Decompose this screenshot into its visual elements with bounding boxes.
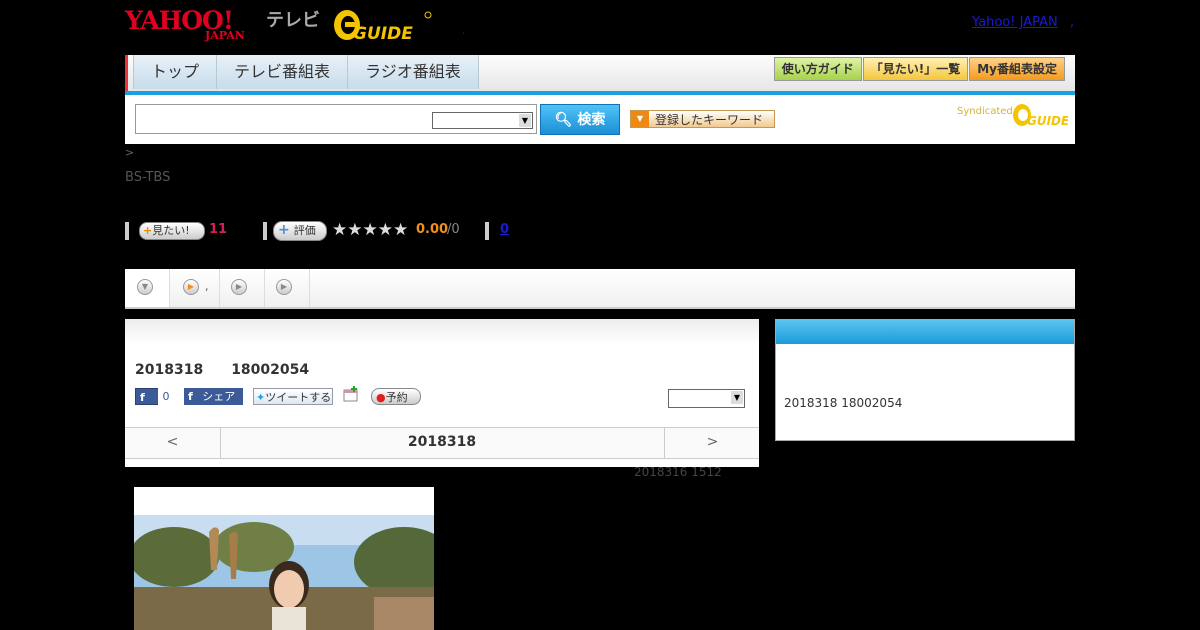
channel-name: BS-TBS <box>125 170 171 185</box>
twitter-bird-icon: ✦ <box>256 391 266 404</box>
facebook-share-button[interactable]: f シェア <box>184 388 243 405</box>
side-panel-text: 2018318 18002054 <box>784 396 903 410</box>
previous-date-button[interactable]: < <box>125 428 221 458</box>
program-tab-bar: ▼ ▶ , ▶ ▶ <box>125 269 1075 309</box>
usage-guide-button[interactable]: 使い方ガイド <box>773 57 862 81</box>
rating-count: /0 <box>447 222 460 237</box>
nav-tabs: トップ テレビ番組表 ラジオ番組表 <box>133 55 479 89</box>
tweet-button[interactable]: ✦ツイートする <box>253 388 333 405</box>
japan-logo-text: JAPAN <box>205 29 245 42</box>
play-icon: ▶ <box>276 279 292 295</box>
want-button[interactable]: +見たい! <box>139 222 205 240</box>
header-dot: , <box>462 25 466 36</box>
gguide-logo-text: GUIDE <box>353 24 413 42</box>
tv-label: テレビ <box>266 10 320 31</box>
tab-3[interactable]: ▶ <box>220 269 265 307</box>
chevron-down-icon: ▼ <box>137 279 153 295</box>
divider-bar <box>263 222 267 240</box>
plus-icon: + <box>143 224 153 237</box>
next-date-button[interactable]: > <box>664 428 760 458</box>
facebook-like-count: 0 <box>158 388 174 405</box>
breadcrumb[interactable]: > <box>125 146 134 159</box>
record-dot-icon: ● <box>376 391 386 404</box>
nav-buttons: 使い方ガイド 「見たい!」一覧 My番組表設定 <box>773 57 1065 81</box>
plus-icon: + <box>278 222 290 238</box>
facebook-like-button[interactable]: f 0 <box>135 388 174 405</box>
chevron-down-icon: ▼ <box>519 114 531 127</box>
divider-bar <box>125 222 129 240</box>
facebook-icon: f <box>188 390 193 403</box>
nav-tab-radio-listings[interactable]: ラジオ番組表 <box>348 55 479 89</box>
reserve-label: 予約 <box>385 391 408 404</box>
tab-2[interactable]: ▶ , <box>170 269 220 307</box>
search-icon: 🔍︎ <box>554 112 573 128</box>
rate-button[interactable]: + 評価 <box>273 221 327 241</box>
updated-timestamp: 2018316 1512 <box>634 465 722 479</box>
rate-button-label: 評価 <box>293 224 316 237</box>
program-title: 2018318 18002054 <box>135 362 310 378</box>
search-bar: ▼ 🔍︎ 検索 ▼ 登録したキーワード Syndicated GUIDE <box>125 95 1075 144</box>
tab-1[interactable]: ▼ <box>125 269 170 307</box>
nav-tab-top[interactable]: トップ <box>134 55 218 89</box>
registered-keywords-button[interactable]: ▼ 登録したキーワード <box>630 110 775 128</box>
tab-4[interactable]: ▶ <box>265 269 310 307</box>
rating-score: 0.00 <box>416 222 449 237</box>
nav-left-accent <box>125 55 128 91</box>
facebook-share-label: シェア <box>202 390 236 403</box>
yahoo-japan-link-suffix: , <box>1070 15 1075 30</box>
comment-count-link[interactable]: 0 <box>500 222 509 237</box>
divider-bar <box>485 222 489 240</box>
syndicated-gguide-logo: GUIDE <box>1013 104 1068 128</box>
facebook-icon: f <box>140 391 145 404</box>
program-photo <box>134 487 434 630</box>
tab-2-label: , <box>205 280 209 293</box>
tweet-label: ツイートする <box>265 391 332 404</box>
add-calendar-icon[interactable] <box>343 386 359 402</box>
play-icon: ▶ <box>231 279 247 295</box>
want-count: 11 <box>209 222 228 237</box>
play-icon: ▶ <box>183 279 199 295</box>
yahoo-japan-logo[interactable]: YAHOO! JAPAN <box>125 6 262 42</box>
want-list-button[interactable]: 「見たい!」一覧 <box>862 57 969 81</box>
search-button-label: 検索 <box>577 112 606 128</box>
search-button[interactable]: 🔍︎ 検索 <box>540 104 620 135</box>
dropdown-triangle-icon: ▼ <box>631 111 649 127</box>
want-button-label: 見たい! <box>152 224 190 237</box>
side-panel-header <box>776 320 1074 344</box>
chevron-down-icon: ▼ <box>731 391 743 404</box>
side-panel: 2018318 18002054 <box>775 319 1075 441</box>
panel-select[interactable]: ▼ <box>668 389 745 408</box>
gguide-logo[interactable]: GUIDE <box>333 6 433 44</box>
current-date: 2018318 <box>407 434 477 450</box>
gguide-logo-graphic: GUIDE <box>334 10 432 44</box>
nav-tab-tv-listings[interactable]: テレビ番組表 <box>217 55 349 89</box>
syndicated-label: Syndicated <box>957 106 1013 117</box>
rating-stars: ★★★★★ <box>332 220 409 240</box>
search-category-select[interactable]: ▼ <box>432 112 533 129</box>
date-navigation: < 2018318 > <box>125 427 759 459</box>
program-photo-image <box>134 487 434 630</box>
registered-keywords-label: 登録したキーワード <box>655 113 764 127</box>
reserve-button[interactable]: ●予約 <box>371 388 421 405</box>
program-panel: 2018318 18002054 f 0 f シェア ✦ツイートする ●予約 ▼… <box>125 319 759 467</box>
syndicated-logo-text: GUIDE <box>1027 114 1068 128</box>
yahoo-japan-link[interactable]: Yahoo! JAPAN <box>972 15 1058 30</box>
main-nav: トップ テレビ番組表 ラジオ番組表 使い方ガイド 「見たい!」一覧 My番組表設… <box>125 55 1075 95</box>
my-listings-settings-button[interactable]: My番組表設定 <box>969 57 1065 81</box>
